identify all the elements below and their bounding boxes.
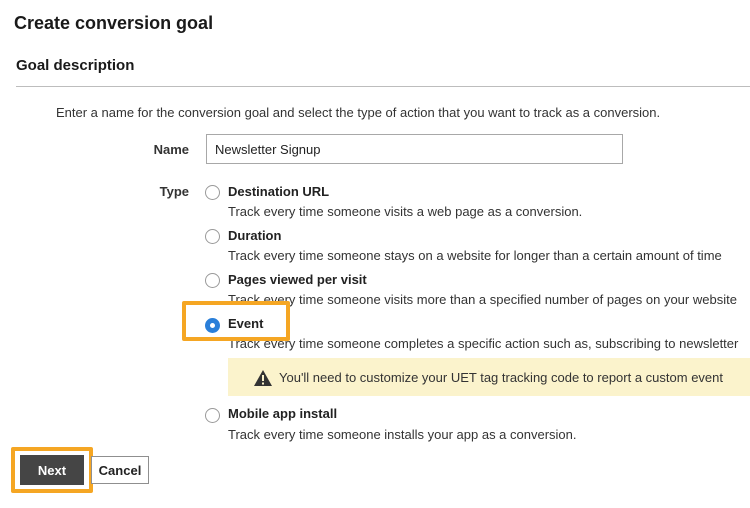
warning-triangle-icon <box>254 370 272 386</box>
section-title: Goal description <box>16 57 135 74</box>
option-label-duration[interactable]: Duration <box>228 228 281 243</box>
warning-text: You'll need to customize your UET tag tr… <box>279 370 723 385</box>
cancel-button[interactable]: Cancel <box>91 456 149 484</box>
option-label-mobile-app-install[interactable]: Mobile app install <box>228 406 337 421</box>
option-desc-destination-url: Track every time someone visits a web pa… <box>228 204 583 219</box>
goal-name-input[interactable] <box>206 134 623 164</box>
option-desc-duration: Track every time someone stays on a webs… <box>228 248 722 263</box>
radio-duration[interactable] <box>205 229 220 244</box>
next-button[interactable]: Next <box>20 455 84 485</box>
event-highlight-outline <box>182 301 290 341</box>
radio-mobile-app-install[interactable] <box>205 408 220 423</box>
option-label-destination-url[interactable]: Destination URL <box>228 184 329 199</box>
option-desc-mobile-app-install: Track every time someone installs your a… <box>228 427 577 442</box>
section-divider <box>16 86 750 87</box>
page-title: Create conversion goal <box>14 13 214 33</box>
radio-pages-viewed[interactable] <box>205 273 220 288</box>
intro-text: Enter a name for the conversion goal and… <box>56 105 661 120</box>
option-desc-pages-viewed: Track every time someone visits more tha… <box>228 292 737 307</box>
type-label: Type <box>159 184 189 199</box>
name-label: Name <box>153 142 189 157</box>
radio-destination-url[interactable] <box>205 185 220 200</box>
option-label-pages-viewed[interactable]: Pages viewed per visit <box>228 272 367 287</box>
option-desc-event: Track every time someone completes a spe… <box>228 336 739 351</box>
